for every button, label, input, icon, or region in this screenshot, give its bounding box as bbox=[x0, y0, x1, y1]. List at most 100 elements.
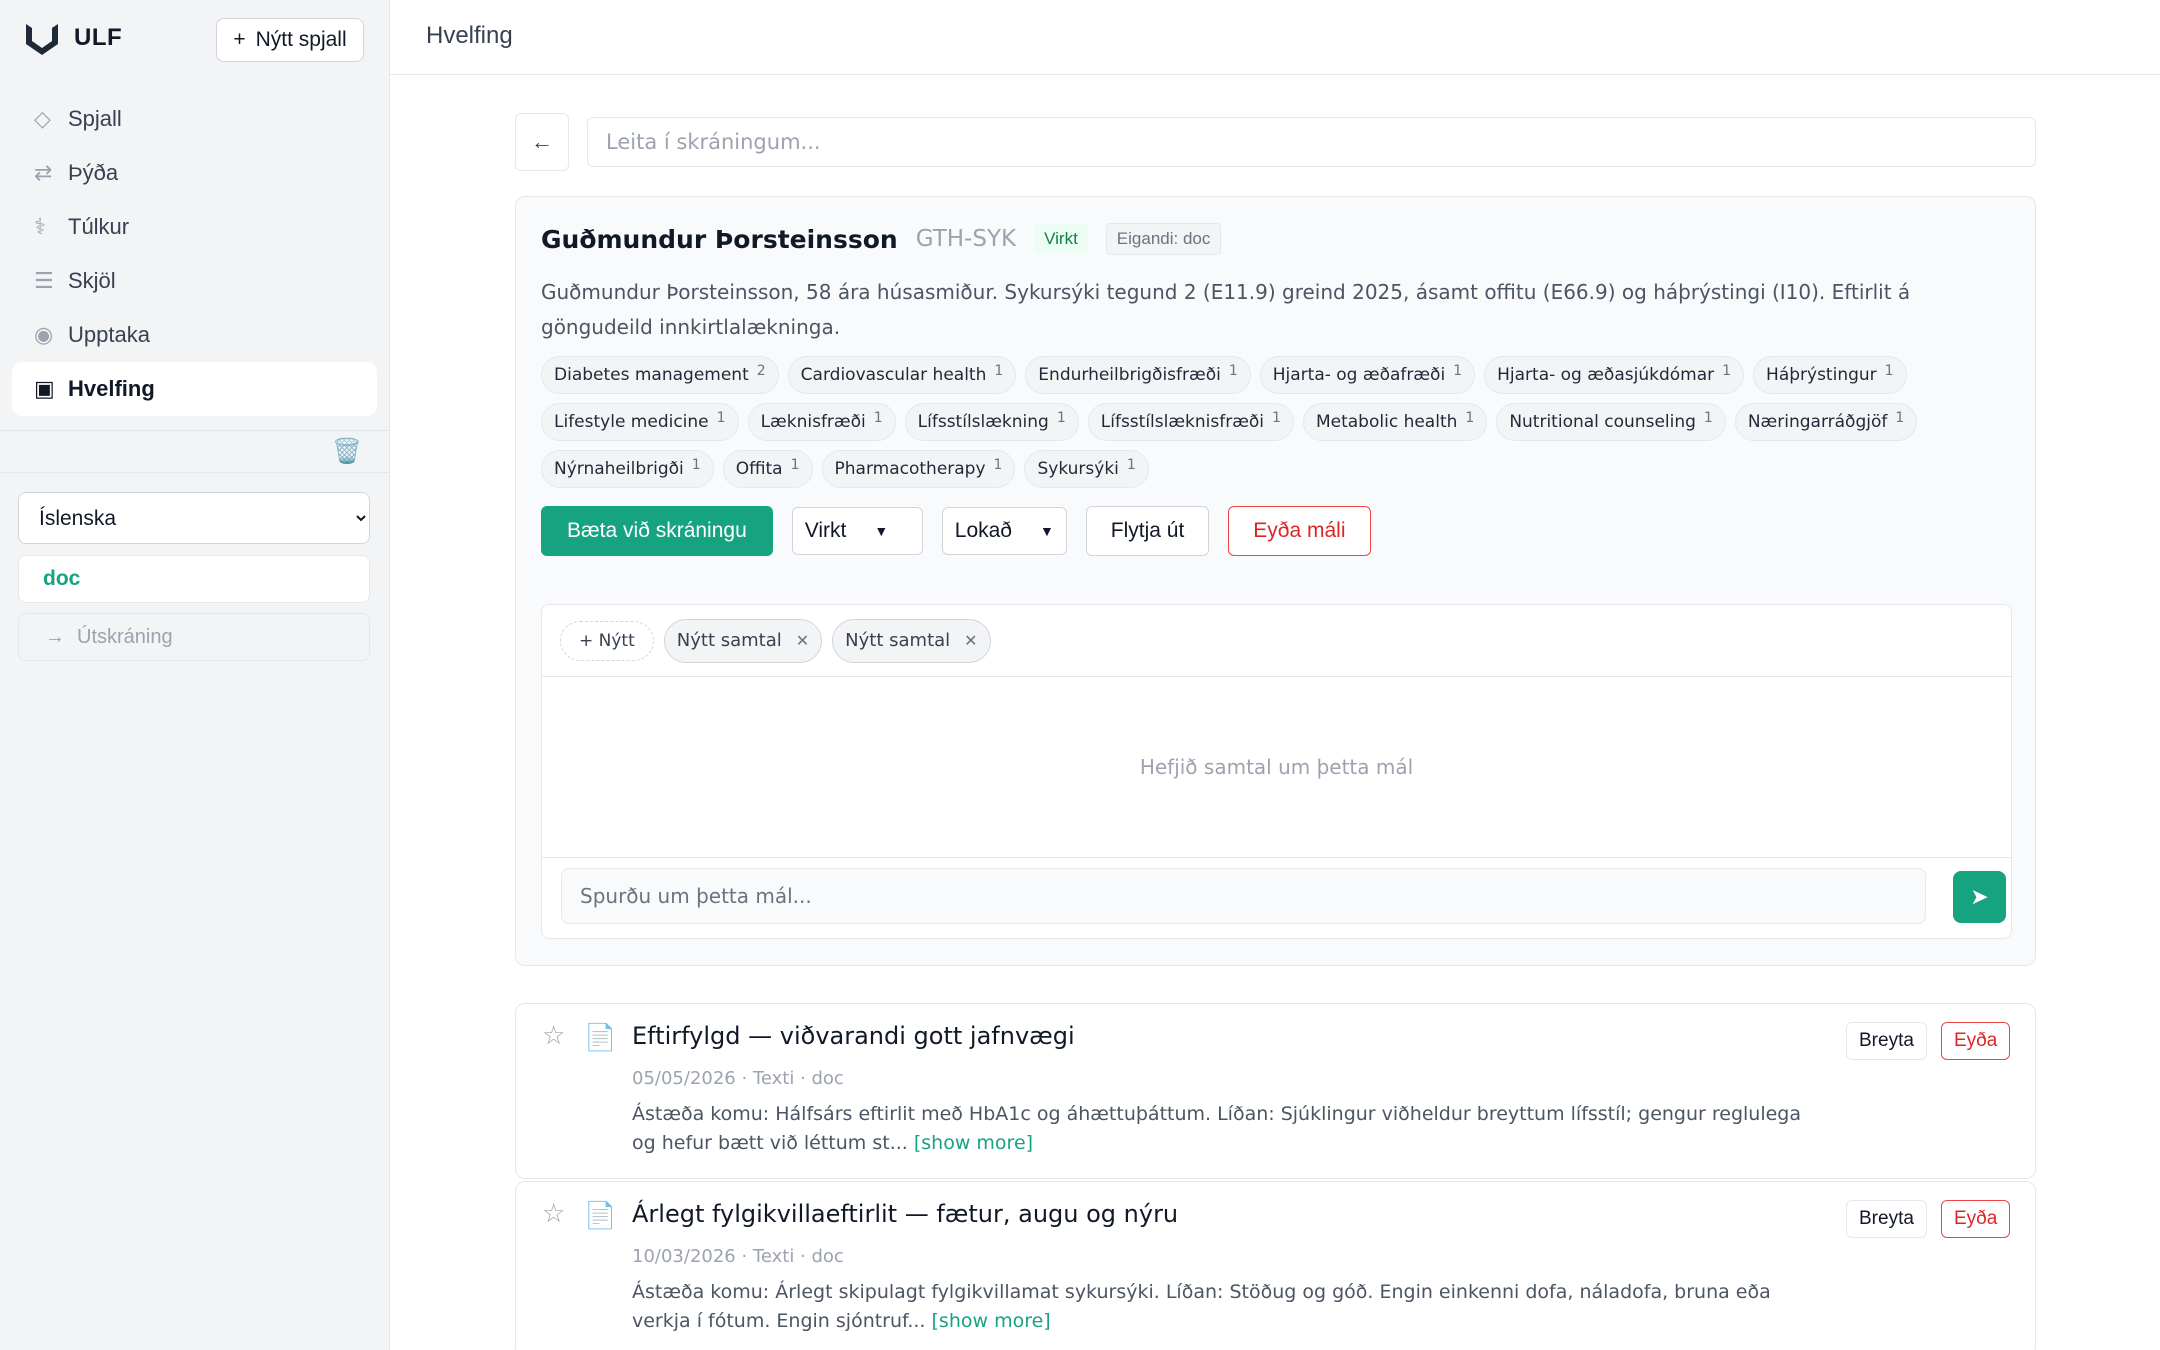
chat-input[interactable] bbox=[561, 868, 1926, 924]
chat-tab[interactable]: Nýtt samtal ✕ bbox=[832, 618, 991, 663]
send-button[interactable]: ➤ bbox=[1953, 871, 2006, 923]
sidebar-item-label: Hvelfing bbox=[68, 376, 155, 401]
add-entry-button[interactable]: Bæta við skráningu bbox=[541, 506, 773, 556]
tag-count: 1 bbox=[1056, 410, 1066, 426]
tag-chip[interactable]: Offita 1 bbox=[722, 450, 813, 488]
tag-chip[interactable]: Hjarta- og æðasjúkdómar 1 bbox=[1484, 356, 1745, 394]
tag-chip[interactable]: Lifestyle medicine 1 bbox=[541, 403, 739, 441]
sidebar-item-upptaka[interactable]: ◉ Upptaka bbox=[12, 308, 377, 362]
tag-label: Næringarráðgjöf bbox=[1747, 412, 1888, 432]
tag-chip[interactable]: Metabolic health 1 bbox=[1302, 403, 1488, 441]
tag-count: 1 bbox=[1126, 457, 1136, 473]
tag-chip[interactable]: Næringarráðgjöf 1 bbox=[1734, 403, 1918, 441]
entry-title[interactable]: Eftirfylgd — viðvarandi gott jafnvægi bbox=[632, 1022, 1075, 1050]
plus-icon: + bbox=[233, 28, 246, 51]
tag-chip[interactable]: Læknisfræði 1 bbox=[747, 403, 896, 441]
chevron-down-icon: ▼ bbox=[874, 523, 889, 539]
case-code: GTH-SYK bbox=[915, 226, 1017, 252]
logout-label: Útskráning bbox=[77, 625, 173, 648]
back-button[interactable]: ← bbox=[515, 113, 569, 171]
tag-label: Hjarta- og æðasjúkdómar bbox=[1497, 365, 1715, 385]
tag-count: 1 bbox=[1465, 410, 1475, 426]
edit-entry-button[interactable]: Breyta bbox=[1846, 1200, 1927, 1238]
tag-count: 1 bbox=[993, 457, 1003, 473]
trash-icon[interactable]: 🗑️ bbox=[332, 437, 362, 466]
entry-card: ☆ 📄 Árlegt fylgikvillaeftirlit — fætur, … bbox=[515, 1181, 2036, 1350]
tag-count: 1 bbox=[1228, 363, 1238, 379]
tag-chip[interactable]: Pharmacotherapy 1 bbox=[821, 450, 1016, 488]
sidebar-item-spjall[interactable]: ◇ Spjall bbox=[12, 92, 377, 146]
sidebar-divider bbox=[0, 430, 390, 431]
tag-chip[interactable]: Sykursýki 1 bbox=[1024, 450, 1149, 488]
delete-case-button[interactable]: Eyða máli bbox=[1228, 506, 1371, 556]
tag-label: Háþrýstingur bbox=[1766, 365, 1877, 385]
star-icon[interactable]: ☆ bbox=[542, 1198, 565, 1229]
status-badge: Virkt bbox=[1034, 224, 1088, 254]
tag-chip[interactable]: Háþrýstingur 1 bbox=[1753, 356, 1907, 394]
tag-chip[interactable]: Nýrnaheilbrigði 1 bbox=[541, 450, 714, 488]
export-button[interactable]: Flytja út bbox=[1085, 506, 1210, 556]
chat-empty-state: Hefjið samtal um þetta mál bbox=[1139, 755, 1414, 779]
close-icon[interactable]: ✕ bbox=[964, 631, 977, 650]
chat-tabs: + Nýtt Nýtt samtal ✕ Nýtt samtal ✕ bbox=[542, 605, 2011, 677]
tag-chip[interactable]: Hjarta- og æðafræði 1 bbox=[1259, 356, 1476, 394]
tag-label: Lifestyle medicine bbox=[554, 412, 709, 432]
entry-body: Ástæða komu: Árlegt skipulagt fylgikvill… bbox=[632, 1278, 1802, 1336]
tag-label: Hjarta- og æðafræði bbox=[1272, 365, 1446, 385]
sidebar-item-thyda[interactable]: ⇄ Þýða bbox=[12, 146, 377, 200]
tag-chip[interactable]: Lífsstílslækning 1 bbox=[904, 403, 1079, 441]
show-more-link[interactable]: [show more] bbox=[932, 1310, 1051, 1332]
search-input[interactable] bbox=[587, 117, 2036, 167]
sidebar-nav: ◇ Spjall ⇄ Þýða ⚕ Túlkur ☰ Skjöl ◉ Uppta… bbox=[12, 92, 377, 416]
new-conversation-button[interactable]: + Nýtt bbox=[560, 620, 654, 661]
chat-divider bbox=[542, 857, 2011, 858]
entry-body: Ástæða komu: Hálfsárs eftirlit með HbA1c… bbox=[632, 1100, 1802, 1158]
entry-title[interactable]: Árlegt fylgikvillaeftirlit — fætur, augu… bbox=[632, 1200, 1178, 1228]
tag-label: Læknisfræði bbox=[760, 412, 866, 432]
tag-chip[interactable]: Nutritional counseling 1 bbox=[1496, 403, 1726, 441]
sidebar-divider bbox=[0, 472, 390, 473]
sidebar-item-tulkur[interactable]: ⚕ Túlkur bbox=[12, 200, 377, 254]
tag-chip[interactable]: Lífsstílslæknisfræði 1 bbox=[1087, 403, 1294, 441]
status-select-value: Virkt bbox=[804, 519, 847, 542]
sidebar-item-skjol[interactable]: ☰ Skjöl bbox=[12, 254, 377, 308]
delete-entry-button[interactable]: Eyða bbox=[1941, 1022, 2011, 1060]
case-card: Guðmundur Þorsteinsson GTH-SYK Virkt Eig… bbox=[515, 196, 2036, 966]
tag-count: 1 bbox=[1722, 363, 1732, 379]
status-select[interactable]: Virkt ▼ bbox=[791, 507, 923, 555]
delete-entry-button[interactable]: Eyða bbox=[1941, 1200, 2011, 1238]
show-more-link[interactable]: [show more] bbox=[914, 1132, 1033, 1154]
record-icon: ◉ bbox=[34, 322, 54, 347]
tag-chip[interactable]: Cardiovascular health 1 bbox=[787, 356, 1017, 394]
star-icon[interactable]: ☆ bbox=[542, 1020, 565, 1051]
case-header: Guðmundur Þorsteinsson GTH-SYK Virkt Eig… bbox=[541, 223, 1222, 255]
logout-button[interactable]: → Útskráning bbox=[18, 613, 370, 661]
tag-label: Sykursýki bbox=[1037, 459, 1119, 479]
tag-count: 1 bbox=[1884, 363, 1894, 379]
entry-meta: 10/03/2026 · Texti · doc bbox=[632, 1246, 844, 1267]
entry-excerpt: Ástæða komu: Árlegt skipulagt fylgikvill… bbox=[632, 1281, 1771, 1332]
owner-badge: Eigandi: doc bbox=[1105, 223, 1222, 255]
tag-label: Diabetes management bbox=[554, 365, 749, 385]
sidebar: ULF + Nýtt spjall ◇ Spjall ⇄ Þýða ⚕ Túlk… bbox=[0, 0, 390, 1350]
language-select[interactable]: Íslenska bbox=[18, 492, 370, 544]
access-select-value: Lokað bbox=[954, 519, 1012, 542]
diamond-icon: ◇ bbox=[34, 106, 51, 131]
edit-entry-button[interactable]: Breyta bbox=[1846, 1022, 1927, 1060]
sidebar-item-hvelfing[interactable]: ▣ Hvelfing bbox=[12, 362, 377, 416]
sidebar-item-label: Spjall bbox=[68, 106, 122, 131]
swap-icon: ⇄ bbox=[34, 160, 53, 185]
tag-label: Nutritional counseling bbox=[1509, 412, 1696, 432]
close-icon[interactable]: ✕ bbox=[796, 631, 809, 650]
tag-chip[interactable]: Diabetes management 2 bbox=[541, 356, 779, 394]
access-select[interactable]: Lokað ▼ bbox=[941, 507, 1067, 555]
tag-label: Pharmacotherapy bbox=[834, 459, 986, 479]
chat-tab[interactable]: Nýtt samtal ✕ bbox=[663, 618, 823, 663]
sidebar-item-label: Túlkur bbox=[68, 214, 130, 239]
tag-label: Lífsstílslækning bbox=[917, 412, 1049, 432]
list-icon: ☰ bbox=[34, 268, 54, 293]
brand[interactable]: ULF bbox=[22, 18, 122, 58]
tag-chip[interactable]: Endurheilbrigðisfræði 1 bbox=[1025, 356, 1251, 394]
new-chat-button[interactable]: + Nýtt spjall bbox=[216, 18, 364, 62]
arrow-left-icon: ← bbox=[531, 129, 553, 154]
